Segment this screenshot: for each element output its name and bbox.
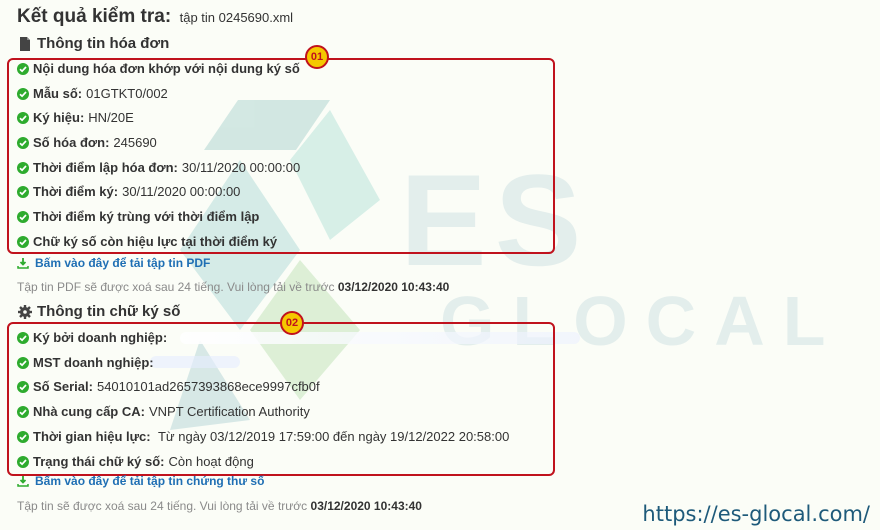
file-icon bbox=[20, 36, 30, 51]
pdf-note-deadline: 03/12/2020 10:43:40 bbox=[337, 280, 450, 294]
highlight-box-01 bbox=[7, 58, 555, 254]
download-icon bbox=[17, 476, 29, 487]
certificate-note: Tập tin sẽ được xoá sau 24 tiếng. Vui lò… bbox=[17, 499, 422, 513]
signature-info-heading: Thông tin chữ ký số bbox=[17, 303, 180, 320]
badge-02: 02 bbox=[280, 311, 304, 335]
download-pdf-link[interactable]: Bấm vào đây để tải tập tin PDF bbox=[17, 256, 210, 270]
signature-info-title: Thông tin chữ ký số bbox=[37, 303, 181, 320]
certificate-note-deadline: 03/12/2020 10:43:40 bbox=[310, 499, 422, 513]
pdf-note: Tập tin PDF sẽ được xoá sau 24 tiếng. Vu… bbox=[17, 280, 449, 294]
pdf-note-text: Tập tin PDF sẽ được xoá sau 24 tiếng. Vu… bbox=[17, 280, 335, 294]
file-name: tập tin 0245690.xml bbox=[179, 10, 294, 25]
website-url: https://es-glocal.com/ bbox=[642, 502, 870, 526]
download-icon bbox=[17, 258, 29, 269]
gear-icon bbox=[18, 304, 32, 319]
download-certificate-link[interactable]: Bấm vào đây để tải tập tin chứng thư số bbox=[17, 474, 264, 488]
certificate-note-text: Tập tin sẽ được xoá sau 24 tiếng. Vui lò… bbox=[17, 499, 308, 513]
page-title: Kết quả kiểm tra: tập tin 0245690.xml bbox=[17, 6, 293, 28]
download-pdf-label: Bấm vào đây để tải tập tin PDF bbox=[35, 256, 211, 270]
title-text: Kết quả kiểm tra: bbox=[17, 6, 172, 27]
badge-01: 01 bbox=[305, 45, 329, 69]
invoice-info-title: Thông tin hóa đơn bbox=[37, 35, 170, 52]
download-certificate-label: Bấm vào đây để tải tập tin chứng thư số bbox=[35, 474, 265, 488]
invoice-info-heading: Thông tin hóa đơn bbox=[17, 35, 169, 52]
highlight-box-02 bbox=[7, 322, 555, 476]
